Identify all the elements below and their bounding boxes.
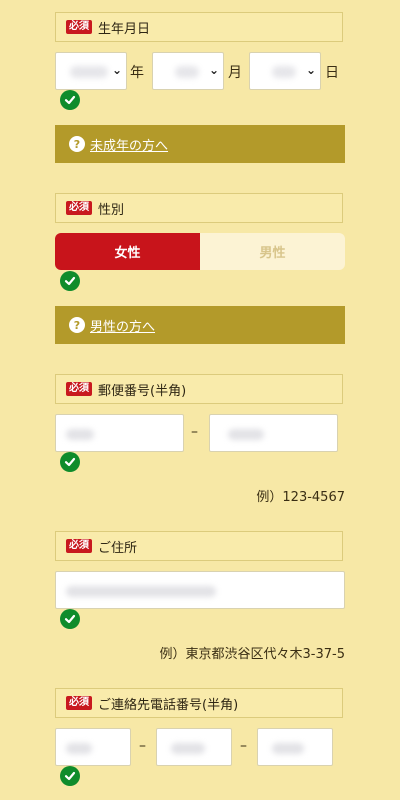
month-unit: 月 — [228, 65, 242, 81]
minor-link[interactable]: 未成年の方へ — [90, 135, 168, 154]
address-example: 例）東京都渋谷区代々木3-37-5 — [159, 647, 345, 662]
blurred-value — [66, 586, 216, 597]
birth-month-select[interactable]: ⌄ — [152, 52, 224, 90]
gender-toggle: 女性 男性 — [55, 233, 345, 270]
phone-second-input[interactable] — [156, 728, 232, 766]
gender-female-option[interactable]: 女性 — [55, 233, 200, 270]
phone-third-input[interactable] — [257, 728, 333, 766]
address-input[interactable] — [55, 571, 345, 609]
postal-label: 必須 郵便番号(半角) — [55, 374, 343, 404]
birth-year-select[interactable]: ⌄ — [55, 52, 127, 90]
birthdate-label: 必須 生年月日 — [55, 12, 343, 42]
day-unit: 日 — [325, 65, 339, 81]
required-badge: 必須 — [66, 20, 92, 34]
postal-label-text: 郵便番号(半角) — [98, 383, 187, 399]
phone-first-input[interactable] — [55, 728, 131, 766]
blurred-value — [66, 429, 94, 440]
address-label: 必須 ご住所 — [55, 531, 343, 561]
male-link[interactable]: 男性の方へ — [90, 316, 155, 335]
blurred-value — [272, 66, 296, 78]
question-icon: ? — [69, 136, 85, 152]
minor-info-bar[interactable]: ? 未成年の方へ — [55, 125, 345, 163]
phone-separator: – — [139, 738, 146, 754]
required-badge: 必須 — [66, 696, 92, 710]
required-badge: 必須 — [66, 382, 92, 396]
checkmark-icon — [60, 766, 80, 786]
year-unit: 年 — [130, 65, 144, 81]
postal-code-second-input[interactable] — [209, 414, 338, 452]
phone-label-text: ご連絡先電話番号(半角) — [98, 697, 239, 713]
gender-label-text: 性別 — [98, 202, 125, 218]
postal-example: 例）123-4567 — [256, 490, 345, 505]
phone-label: 必須 ご連絡先電話番号(半角) — [55, 688, 343, 718]
gender-label: 必須 性別 — [55, 193, 343, 223]
gender-male-option[interactable]: 男性 — [200, 233, 345, 270]
required-badge: 必須 — [66, 201, 92, 215]
male-info-bar[interactable]: ? 男性の方へ — [55, 306, 345, 344]
checkmark-icon — [60, 609, 80, 629]
question-icon: ? — [69, 317, 85, 333]
blurred-value — [228, 429, 264, 440]
address-label-text: ご住所 — [98, 540, 138, 556]
blurred-value — [70, 66, 108, 78]
blurred-value — [171, 743, 205, 754]
required-badge: 必須 — [66, 539, 92, 553]
phone-separator: – — [240, 738, 247, 754]
postal-code-first-input[interactable] — [55, 414, 184, 452]
birthdate-label-text: 生年月日 — [98, 21, 151, 37]
checkmark-icon — [60, 271, 80, 291]
checkmark-icon — [60, 90, 80, 110]
chevron-down-icon: ⌄ — [305, 63, 316, 77]
chevron-down-icon: ⌄ — [111, 63, 122, 77]
blurred-value — [272, 743, 304, 754]
blurred-value — [175, 66, 199, 78]
postal-separator: – — [191, 424, 198, 440]
chevron-down-icon: ⌄ — [208, 63, 219, 77]
checkmark-icon — [60, 452, 80, 472]
blurred-value — [66, 743, 92, 754]
birth-day-select[interactable]: ⌄ — [249, 52, 321, 90]
